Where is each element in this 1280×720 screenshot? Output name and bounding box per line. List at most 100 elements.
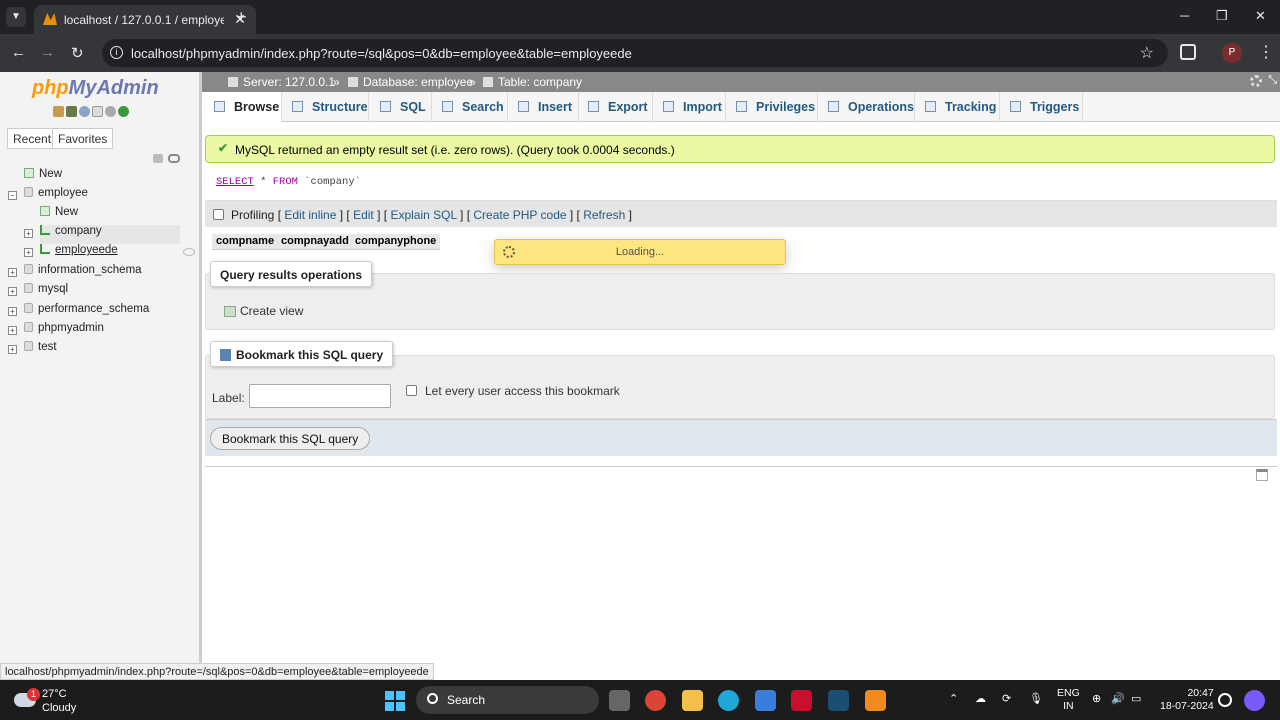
url-field[interactable]: i localhost/phpmyadmin/index.php?route=/… [102, 39, 1168, 67]
extensions-icon[interactable] [1180, 44, 1196, 60]
column-header-compname[interactable]: compname [212, 234, 279, 250]
site-info-icon[interactable]: i [110, 46, 123, 59]
collapse-header-icon[interactable]: ⤡ [1268, 74, 1277, 87]
refresh-link[interactable]: Refresh [583, 208, 625, 222]
explain-sql-link[interactable]: Explain SQL [390, 208, 456, 222]
tab-triggers[interactable]: Triggers [1000, 92, 1083, 122]
collapse-employee-icon[interactable]: − [8, 191, 17, 200]
edit-link[interactable]: Edit [353, 208, 374, 222]
tab-label: Tracking [945, 100, 997, 114]
tree-item-new[interactable]: New [24, 168, 62, 187]
breadcrumb-table[interactable]: Table: company [483, 75, 582, 89]
copilot-icon[interactable] [1244, 690, 1265, 711]
network-icon[interactable]: ⊕ [1092, 692, 1101, 705]
tab-insert[interactable]: Insert [508, 92, 579, 122]
tree-item-performance-schema[interactable]: performance_schema [24, 303, 149, 322]
home-icon[interactable] [53, 106, 64, 117]
browser-tab[interactable]: localhost / 127.0.0.1 / employeede ✕ [34, 5, 256, 34]
bookmark-query-button[interactable]: Bookmark this SQL query [210, 427, 371, 450]
tree-item-phpmyadmin[interactable]: phpmyadmin [24, 322, 104, 341]
tab-search[interactable]: Search [432, 92, 508, 122]
back-button[interactable]: ← [11, 44, 26, 61]
show-hidden-icons-icon[interactable]: ⌃ [949, 692, 958, 705]
show-hidden-eye-icon[interactable] [183, 248, 195, 256]
tab-operations[interactable]: Operations [818, 92, 915, 122]
microphone-icon[interactable]: 🎙 [1029, 692, 1043, 705]
minimize-button[interactable]: ─ [1180, 8, 1189, 23]
sync-icon[interactable]: ⟳ [1002, 692, 1011, 705]
phpmyadmin-logo[interactable]: phpMyAdmin [32, 77, 159, 100]
chrome-icon[interactable] [645, 690, 666, 711]
store-icon[interactable] [755, 690, 776, 711]
tab-structure[interactable]: Structure [282, 92, 369, 122]
page-settings-icon[interactable] [1250, 75, 1262, 87]
tab-import[interactable]: Import [653, 92, 726, 122]
create-php-code-link[interactable]: Create PHP code [473, 208, 566, 222]
tab-privileges[interactable]: Privileges [726, 92, 818, 122]
column-header-compnayadd[interactable]: compnayadd [277, 234, 353, 250]
console-toggle-icon[interactable] [1256, 469, 1268, 481]
tab-export[interactable]: Export [579, 92, 653, 122]
close-window-button[interactable]: ✕ [1255, 8, 1266, 24]
edit-inline-link[interactable]: Edit inline [284, 208, 336, 222]
database-icon [24, 187, 33, 197]
xampp-icon[interactable] [865, 690, 886, 711]
column-header-companyphone[interactable]: companyphone [351, 234, 441, 250]
terminal-icon[interactable] [828, 690, 849, 711]
share-bookmark-checkbox[interactable] [406, 385, 417, 396]
expand-mysql-icon[interactable]: + [8, 287, 17, 296]
language-indicator[interactable]: ENG IN [1057, 687, 1080, 713]
browser-menu-icon[interactable]: ⋮ [1258, 42, 1274, 62]
expand-company-icon[interactable]: + [24, 229, 33, 238]
tree-item-information-schema[interactable]: information_schema [24, 264, 142, 283]
tab-recent[interactable]: Recent [7, 128, 58, 149]
tree-item-employee[interactable]: employee [24, 187, 88, 206]
expand-information-schema-icon[interactable]: + [8, 268, 17, 277]
new-tab-button[interactable]: + [236, 7, 247, 28]
browse-icon [214, 101, 225, 112]
maximize-button[interactable]: ❐ [1216, 8, 1228, 24]
create-view-link[interactable]: Create view [224, 304, 303, 318]
reload-nav-icon[interactable] [118, 106, 129, 117]
reload-button[interactable]: ↻ [71, 44, 84, 62]
tree-item-test[interactable]: test [24, 341, 57, 360]
bookmark-label-input[interactable] [249, 384, 391, 408]
sql-select-keyword[interactable]: SELECT [216, 176, 254, 188]
tab-search-button[interactable]: ▼ [6, 7, 26, 27]
link-with-main-icon[interactable] [168, 154, 180, 163]
expand-phpmyadmin-icon[interactable]: + [8, 326, 17, 335]
notification-bell-icon[interactable] [1218, 693, 1232, 707]
tab-sql[interactable]: SQL [369, 92, 432, 122]
tab-browse[interactable]: Browse [202, 92, 282, 122]
onedrive-icon[interactable]: ☁ [975, 692, 986, 705]
expand-employeede-icon[interactable]: + [24, 248, 33, 257]
battery-icon[interactable]: ▭ [1131, 692, 1141, 705]
tab-favorites[interactable]: Favorites [52, 128, 114, 149]
bookmark-star-icon[interactable]: ☆ [1140, 43, 1154, 63]
taskbar-search[interactable]: Search [416, 686, 599, 714]
expand-performance-schema-icon[interactable]: + [8, 307, 17, 316]
tree-item-new-table[interactable]: New [40, 206, 78, 225]
edge-icon[interactable] [718, 690, 739, 711]
tree-item-employeede[interactable]: employeede [40, 244, 118, 263]
tree-item-mysql[interactable]: mysql [24, 283, 68, 302]
clock[interactable]: 20:47 18-07-2024 [1160, 687, 1214, 713]
tab-tracking[interactable]: Tracking [915, 92, 1000, 122]
volume-icon[interactable]: 🔊 [1111, 692, 1125, 705]
exit-icon[interactable] [66, 106, 77, 117]
task-view-icon[interactable] [609, 690, 630, 711]
mcafee-icon[interactable] [791, 690, 812, 711]
breadcrumb-server[interactable]: Server: 127.0.0.1 [228, 75, 335, 89]
collapse-all-icon[interactable] [153, 154, 163, 163]
profiling-checkbox[interactable] [213, 209, 224, 220]
windows-start-icon[interactable] [385, 691, 405, 711]
expand-test-icon[interactable]: + [8, 345, 17, 354]
help-icon[interactable] [79, 106, 90, 117]
docs-icon[interactable] [92, 106, 103, 117]
profile-avatar[interactable]: P [1222, 43, 1242, 63]
settings-gear-icon[interactable] [105, 106, 116, 117]
forward-button[interactable]: → [40, 44, 55, 61]
breadcrumb-database[interactable]: Database: employee [348, 75, 473, 89]
tree-item-company[interactable]: company [40, 225, 180, 244]
file-explorer-icon[interactable] [682, 690, 703, 711]
